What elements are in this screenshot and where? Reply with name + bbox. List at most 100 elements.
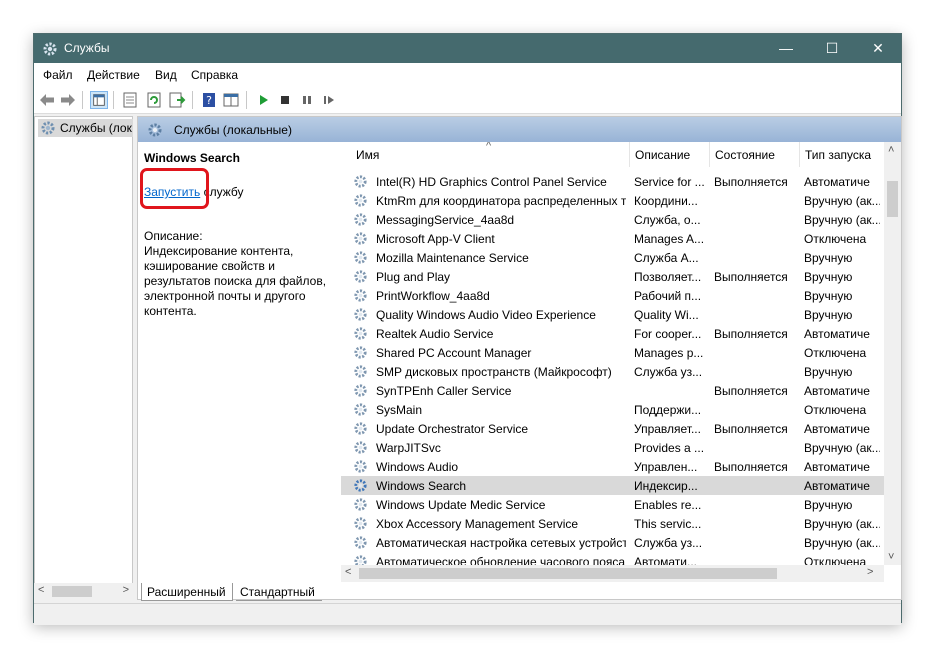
play-icon[interactable] — [254, 91, 272, 109]
service-description: Enables re... — [634, 498, 702, 512]
gear-icon — [354, 175, 367, 188]
service-name: Intel(R) HD Graphics Control Panel Servi… — [376, 175, 607, 189]
table-row[interactable]: Plug and Play Позволяет... Выполняется Вруч… — [341, 267, 901, 286]
service-startup-type: Вручную — [804, 365, 853, 379]
service-startup-type: Вручную (ак... — [804, 441, 880, 455]
table-row[interactable]: SMP дисковых пространств (Майкрософт) Слу… — [341, 362, 901, 381]
table-row[interactable]: Quality Windows Audio Video Experience Qu… — [341, 305, 901, 324]
refresh-icon[interactable] — [145, 91, 163, 109]
console-tree-icon[interactable] — [90, 91, 108, 109]
table-row[interactable]: Mozilla Maintenance Service Служба А... Вр… — [341, 248, 901, 267]
service-description: Управляет... — [634, 422, 701, 436]
scroll-thumb[interactable] — [52, 586, 92, 597]
service-startup-type: Автоматиче — [804, 422, 870, 436]
toolbar: ? — [34, 87, 901, 114]
table-row[interactable]: Microsoft App-V Client Manages A... Отключ… — [341, 229, 901, 248]
scroll-left-arrow-icon[interactable]: < — [345, 566, 351, 578]
table-row[interactable]: Windows Search Индексир... Автоматиче — [341, 476, 901, 495]
service-startup-type: Вручную (ак... — [804, 517, 880, 531]
services-gear-icon — [43, 42, 57, 56]
description-text: Индексирование контента, кэширование сво… — [144, 244, 327, 318]
gear-icon — [354, 194, 367, 207]
highlight-box — [140, 168, 209, 209]
service-startup-type: Вручную — [804, 251, 853, 265]
service-name: Windows Search — [376, 479, 467, 493]
scroll-right-arrow-icon[interactable]: > — [867, 566, 873, 578]
service-name: Plug and Play — [376, 270, 451, 284]
properties-icon[interactable] — [121, 91, 139, 109]
table-row[interactable]: PrintWorkflow_4aa8d Рабочий п... Вручную — [341, 286, 901, 305]
service-startup-type: Вручную — [804, 270, 853, 284]
column-divider[interactable] — [709, 142, 710, 167]
table-row[interactable]: KtmRm для координатора распределенных т.… — [341, 191, 901, 210]
column-divider[interactable] — [629, 142, 630, 167]
table-row[interactable]: Xbox Accessory Management Service This se… — [341, 514, 901, 533]
service-description: Позволяет... — [634, 270, 702, 284]
menu-view[interactable]: Вид — [155, 68, 177, 82]
scroll-down-arrow-icon[interactable]: ˅ — [888, 551, 894, 563]
service-description: Координи... — [634, 194, 698, 208]
minimize-button[interactable]: — — [763, 34, 809, 63]
close-button[interactable]: ✕ — [855, 34, 901, 63]
forward-arrow-icon[interactable] — [59, 91, 77, 109]
table-row[interactable]: Intel(R) HD Graphics Control Panel Servi… — [341, 172, 901, 191]
tree-item-services[interactable]: Службы (лок — [38, 119, 133, 137]
table-row[interactable]: SynTPEnh Caller Service Выполняется Автома… — [341, 381, 901, 400]
status-bar — [34, 603, 901, 625]
column-startup[interactable]: Тип запуска — [805, 148, 871, 162]
column-divider[interactable] — [799, 142, 800, 167]
menu-action[interactable]: Действие — [87, 68, 140, 82]
left-horizontal-scrollbar[interactable]: < > — [34, 583, 133, 600]
service-startup-type: Автоматиче — [804, 384, 870, 398]
service-name: Realtek Audio Service — [376, 327, 494, 341]
service-description: For cooper... — [634, 327, 702, 341]
table-row[interactable]: Автоматическая настройка сетевых устройс… — [341, 533, 901, 552]
column-description[interactable]: Описание — [635, 148, 690, 162]
help-icon[interactable]: ? — [200, 91, 218, 109]
table-row[interactable]: SysMain Поддержи... Отключена — [341, 400, 901, 419]
pause-icon[interactable] — [298, 91, 316, 109]
view-icon[interactable] — [222, 91, 240, 109]
service-name: WarpJITSvc — [376, 441, 441, 455]
service-description: Provides a ... — [634, 441, 705, 455]
service-name: Shared PC Account Manager — [376, 346, 532, 360]
back-arrow-icon[interactable] — [38, 91, 56, 109]
service-startup-type: Вручную (ак... — [804, 536, 880, 550]
column-name[interactable]: Имя — [356, 148, 379, 162]
table-row[interactable]: Windows Update Medic Service Enables re..… — [341, 495, 901, 514]
service-status: Выполняется — [714, 384, 788, 398]
maximize-button[interactable]: ☐ — [809, 34, 855, 63]
menu-file[interactable]: Файл — [43, 68, 73, 82]
scroll-thumb[interactable] — [359, 568, 777, 579]
svg-text:?: ? — [206, 94, 212, 107]
table-row[interactable]: Shared PC Account Manager Manages p... Отк… — [341, 343, 901, 362]
table-row[interactable]: Realtek Audio Service For cooper... Выполн… — [341, 324, 901, 343]
stop-icon[interactable] — [276, 91, 294, 109]
column-status[interactable]: Состояние — [715, 148, 775, 162]
table-row[interactable]: MessagingService_4aa8d Служба, о... Вручну… — [341, 210, 901, 229]
vertical-scrollbar[interactable]: ˄ ˅ — [884, 142, 901, 565]
scroll-left-arrow-icon[interactable]: < — [38, 584, 44, 596]
description-label: Описание: — [144, 229, 203, 243]
service-startup-type: Вручную — [804, 308, 853, 322]
table-row[interactable]: WarpJITSvc Provides a ... Вручную (ак... — [341, 438, 901, 457]
gear-icon — [354, 308, 367, 321]
scroll-up-arrow-icon[interactable]: ˄ — [888, 144, 894, 156]
service-status: Выполняется — [714, 422, 788, 436]
tab-extended[interactable]: Расширенный — [141, 583, 233, 601]
horizontal-scrollbar[interactable]: < > — [341, 565, 884, 582]
gear-icon — [354, 213, 367, 226]
export-icon[interactable] — [168, 91, 186, 109]
service-name: SysMain — [376, 403, 423, 417]
selected-service-name: Windows Search — [144, 151, 240, 165]
service-description: Service for ... — [634, 175, 705, 189]
table-row[interactable]: Windows Audio Управлен... Выполняется Автом… — [341, 457, 901, 476]
restart-icon[interactable] — [320, 91, 338, 109]
gear-icon — [354, 365, 367, 378]
table-row[interactable]: Update Orchestrator Service Управляет... В… — [341, 419, 901, 438]
scroll-right-arrow-icon[interactable]: > — [123, 584, 129, 596]
service-description: Управлен... — [634, 460, 698, 474]
tab-standard[interactable]: Стандартный — [236, 583, 322, 601]
scroll-thumb[interactable] — [887, 181, 898, 217]
menu-help[interactable]: Справка — [191, 68, 238, 82]
